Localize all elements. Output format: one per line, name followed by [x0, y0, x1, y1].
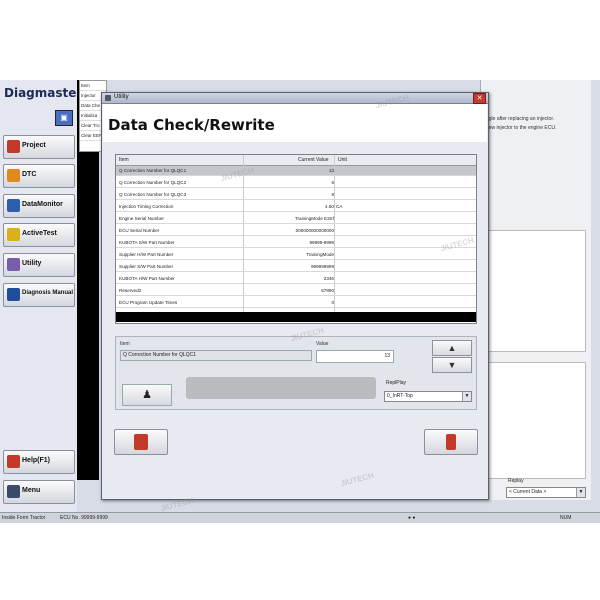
nav-project-button[interactable]: Project: [3, 135, 75, 159]
table-row[interactable]: Q Correction Number for QLQC1 13: [116, 166, 476, 176]
status-indicator: ● ●: [408, 515, 416, 521]
dialog-title: Utility: [114, 94, 129, 100]
status-num: NUM: [560, 515, 572, 521]
nav-diagnosis-manual-button[interactable]: Diagnosis Manual: [3, 283, 75, 307]
nav-activetest-button[interactable]: ActiveTest: [3, 223, 75, 247]
menu-button[interactable]: Menu: [3, 480, 75, 504]
table-row[interactable]: Q Correction Number for QLQC2 6: [116, 178, 476, 188]
table-row[interactable]: Supplier H/W Part Number TrainingMode: [116, 250, 476, 260]
table-row[interactable]: Injection Timing Correction 4.50 CA: [116, 202, 476, 212]
status-vehicle: Inside Form Tractor: [2, 515, 46, 521]
table-row[interactable]: Engine Serial Number TrainingMode E3Xf: [116, 214, 476, 224]
status-ecu: ECU No. 99999-9999: [60, 515, 108, 521]
table-header: Item Current Value Unit: [116, 155, 476, 166]
help-label: Help(F1): [22, 457, 50, 464]
sidebar: Diagmaster ▣ Project DTC DataMonitor Act…: [0, 80, 82, 522]
increment-button[interactable]: ▲: [432, 340, 472, 356]
item-field-value: Q Correction Number for QLQC1: [123, 352, 197, 358]
utility-dialog: Utility ✕ Data Check/Rewrite Item Curren…: [101, 92, 489, 500]
table-row[interactable]: Reserved2 67890: [116, 286, 476, 296]
replay-label: ReplPlay: [386, 380, 407, 386]
menu-icon: [7, 485, 20, 498]
replay-select[interactable]: < Current Data > ▼: [506, 487, 586, 498]
info-text: new injector to the engine ECU.: [486, 125, 557, 131]
project-icon: [7, 140, 20, 153]
value-input[interactable]: 13: [316, 350, 394, 363]
table-row[interactable]: ECU Serial Number 000000000000000: [116, 226, 476, 236]
nav-datamonitor-button[interactable]: DataMonitor: [3, 194, 75, 218]
replay-value: < Current Data >: [509, 489, 547, 495]
utility-icon: [7, 258, 20, 271]
window-icon: [105, 95, 111, 101]
help-icon: [7, 455, 20, 468]
nav-label: Project: [22, 142, 46, 149]
nav-dtc-button[interactable]: DTC: [3, 164, 75, 188]
joystick-icon: ♟: [142, 389, 152, 401]
table-scroll-area[interactable]: [116, 312, 476, 322]
table-row[interactable]: Q Correction Number for QLQC3 8: [116, 190, 476, 200]
table-row[interactable]: KUBOTA S/W Part Number 99999-9999: [116, 238, 476, 248]
collapse-button[interactable]: ▣: [55, 110, 73, 126]
chevron-down-icon: ▼: [576, 488, 585, 497]
help-button[interactable]: Help(F1): [3, 450, 75, 474]
column-current-value: Current Value: [298, 157, 329, 163]
datamonitor-icon: [7, 199, 20, 212]
dtc-icon: [7, 169, 20, 182]
replay-select[interactable]: 0_InRT-Top ▼: [384, 391, 472, 402]
arrow-up-icon: ▲: [447, 343, 457, 353]
data-table: Item Current Value Unit Q Correction Num…: [115, 154, 477, 324]
table-row[interactable]: KUBOTA H/W Part Number 2345: [116, 274, 476, 284]
help-book-icon: [134, 434, 148, 450]
page-title: Data Check/Rewrite: [108, 116, 275, 134]
item-field: Q Correction Number for QLQC1: [120, 350, 312, 361]
exit-door-icon: [446, 434, 456, 450]
app-brand: Diagmaster: [4, 86, 83, 100]
close-icon[interactable]: ✕: [473, 93, 486, 104]
value-input-text: 13: [384, 353, 390, 359]
table-row[interactable]: ECU Program Update Times 0: [116, 298, 476, 308]
arrow-down-icon: ▼: [447, 360, 457, 370]
list-item[interactable]: Item: [80, 81, 106, 91]
activetest-icon: [7, 228, 20, 241]
dialog-titlebar[interactable]: Utility ✕: [102, 93, 488, 104]
info-text: ngle after replacing an injector.: [486, 116, 555, 122]
edit-item-label: Item: [120, 341, 130, 347]
manual-icon: [7, 288, 20, 301]
value-label: Value: [316, 341, 329, 347]
nav-label: Utility: [22, 260, 42, 267]
help-book-button[interactable]: [114, 429, 168, 455]
decrement-button[interactable]: ▼: [432, 357, 472, 373]
dialog-header: Data Check/Rewrite: [103, 104, 487, 142]
info-box: [484, 362, 586, 479]
menu-label: Menu: [22, 487, 41, 494]
column-item: Item: [119, 157, 129, 163]
info-box: [484, 230, 586, 352]
nav-label: DTC: [22, 171, 37, 178]
progress-area: [186, 377, 376, 399]
nav-utility-button[interactable]: Utility: [3, 253, 75, 277]
nav-label: ActiveTest: [22, 230, 57, 237]
write-button[interactable]: ♟: [122, 384, 172, 406]
chevron-down-icon: ▼: [462, 392, 471, 401]
table-row[interactable]: Supplier S/W Part Number 999999999: [116, 262, 476, 272]
replay-select-value: 0_InRT-Top: [387, 393, 413, 399]
replay-label: Replay: [508, 478, 524, 484]
nav-label: Diagnosis Manual: [22, 290, 74, 296]
exit-button[interactable]: [424, 429, 478, 455]
nav-label: DataMonitor: [22, 201, 63, 208]
column-unit: Unit: [338, 157, 347, 163]
status-bar: Inside Form Tractor ECU No. 99999-9999 ●…: [0, 512, 600, 523]
